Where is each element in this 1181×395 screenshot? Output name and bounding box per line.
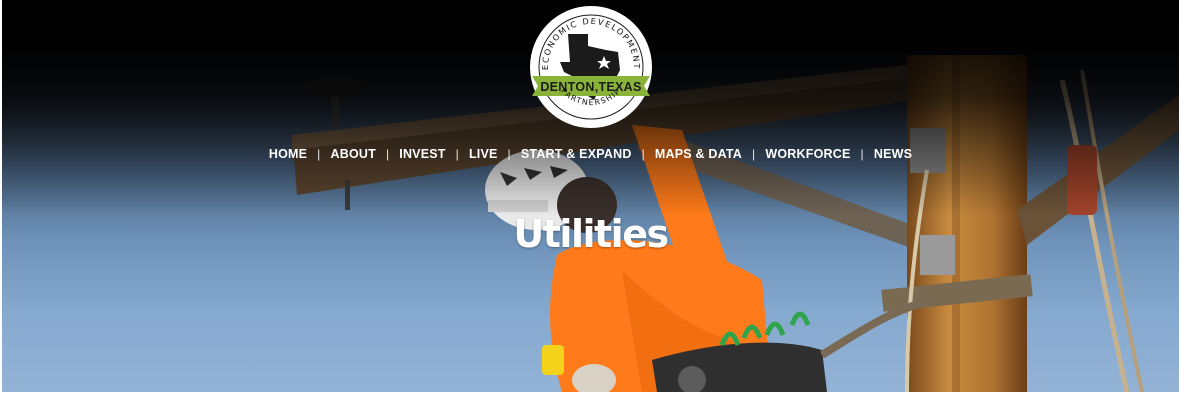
logo-banner-text: DENTON,TEXAS: [540, 80, 641, 94]
nav-maps-data[interactable]: MAPS & DATA: [655, 147, 742, 161]
nav-separator: |: [860, 147, 864, 161]
nav-separator: |: [641, 147, 645, 161]
main-navigation: HOME | ABOUT | INVEST | LIVE | START & E…: [2, 147, 1179, 161]
nav-live[interactable]: LIVE: [469, 147, 498, 161]
nav-about[interactable]: ABOUT: [330, 147, 375, 161]
nav-workforce[interactable]: WORKFORCE: [765, 147, 850, 161]
nav-invest[interactable]: INVEST: [399, 147, 445, 161]
nav-news[interactable]: NEWS: [874, 147, 912, 161]
nav-separator: |: [317, 147, 321, 161]
nav-separator: |: [507, 147, 511, 161]
nav-separator: |: [455, 147, 459, 161]
partnership-logo[interactable]: ECONOMIC DEVELOPMENT DENTON,TEXAS PARTNE…: [528, 4, 654, 130]
nav-separator: |: [385, 147, 390, 161]
nav-separator: |: [752, 147, 756, 161]
nav-start-expand[interactable]: START & EXPAND: [521, 147, 632, 161]
nav-home[interactable]: HOME: [269, 147, 307, 161]
hero-banner: ECONOMIC DEVELOPMENT DENTON,TEXAS PARTNE…: [2, 0, 1179, 392]
page-title: Utilities: [513, 212, 669, 256]
